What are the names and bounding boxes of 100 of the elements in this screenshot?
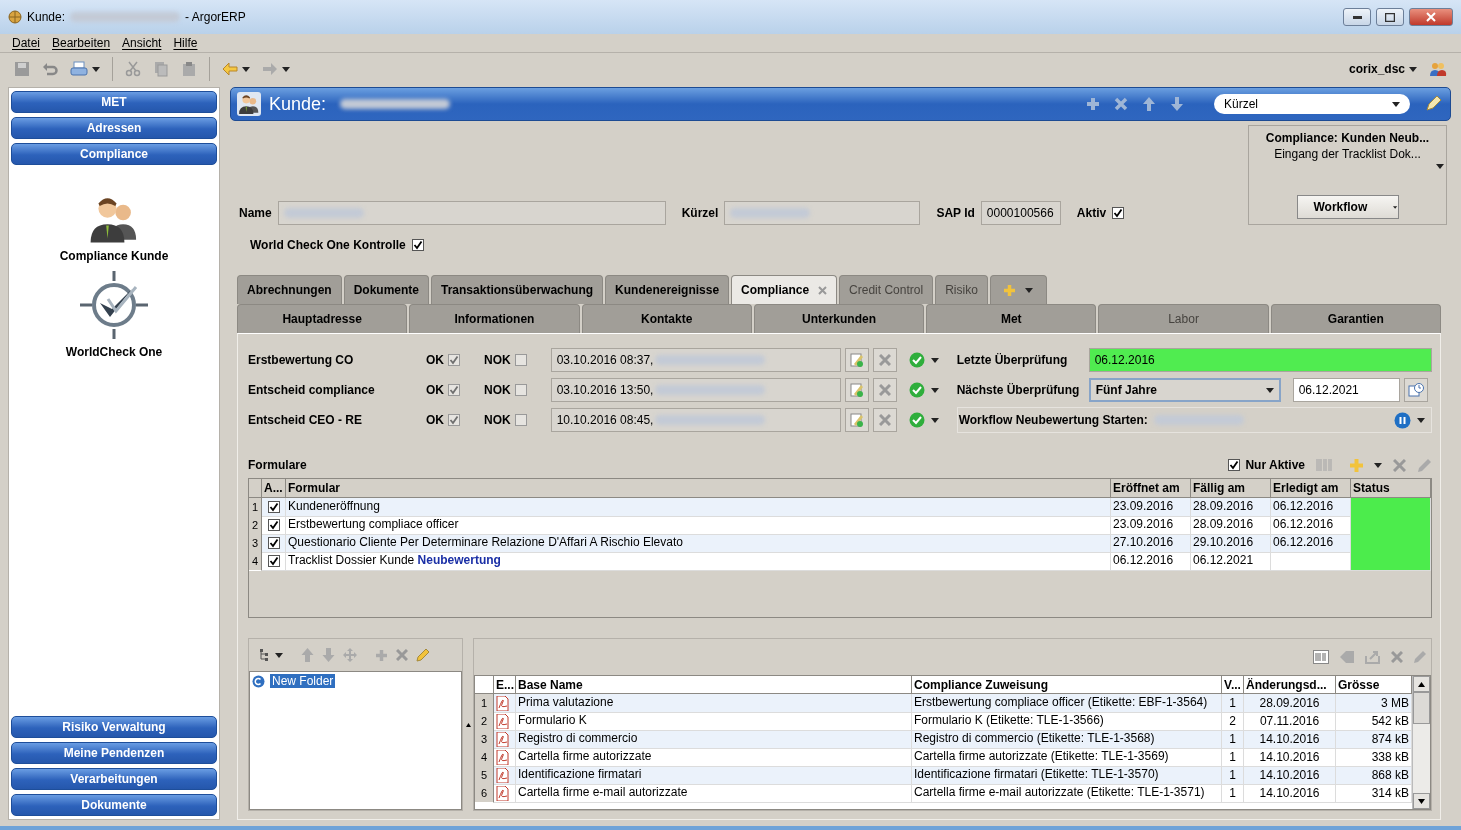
sidebar-button[interactable]: Meine Pendenzen	[11, 742, 217, 764]
caret-icon[interactable]	[242, 66, 250, 72]
export-icon[interactable]	[1365, 650, 1381, 664]
interval-dropdown[interactable]: Fünf Jahre	[1088, 378, 1281, 402]
minimize-button[interactable]	[1343, 8, 1371, 26]
sidebar-button[interactable]: Compliance	[11, 143, 217, 165]
checkbox[interactable]	[1228, 459, 1241, 471]
caret-icon[interactable]	[1393, 204, 1398, 210]
printer-icon[interactable]	[70, 61, 88, 77]
tab[interactable]: Kundenereignisse	[605, 275, 730, 304]
workflow-button[interactable]: Workflow	[1296, 195, 1399, 219]
shortcut-label[interactable]: Compliance Kunde	[59, 249, 169, 263]
tab[interactable]: Transaktionsüberwachung	[431, 275, 604, 304]
caret-icon[interactable]	[930, 417, 939, 423]
menu-item[interactable]: Hilfe	[173, 36, 198, 50]
menu-item[interactable]: Bearbeiten	[52, 36, 111, 50]
checkbox[interactable]	[267, 501, 280, 513]
scroll-down-arrow-icon[interactable]	[1418, 798, 1425, 804]
edit-document-button[interactable]	[844, 378, 869, 402]
caret-icon[interactable]	[1392, 101, 1400, 107]
timestamp-field[interactable]: 03.10.2016 13:50,	[550, 378, 841, 402]
tab[interactable]: Met	[926, 304, 1097, 333]
delete-icon[interactable]	[396, 649, 408, 661]
delete-icon[interactable]	[1391, 651, 1403, 663]
tag-icon[interactable]	[1339, 650, 1355, 664]
up-arrow-icon[interactable]	[301, 648, 314, 662]
caret-icon[interactable]	[1025, 287, 1034, 293]
timestamp-field[interactable]: 10.10.2016 08:45,	[550, 408, 841, 432]
delete-button[interactable]	[872, 378, 897, 402]
next-review-field[interactable]: 06.12.2021	[1292, 378, 1400, 402]
checkbox[interactable]	[448, 354, 460, 366]
tab[interactable]: Garantien	[1270, 304, 1441, 333]
caret-icon[interactable]	[92, 66, 100, 72]
sap-id-field[interactable]: 0000100566	[980, 201, 1061, 225]
user-name[interactable]: corix_dsc	[1348, 62, 1405, 76]
sidebar-button[interactable]: Adressen	[11, 117, 217, 139]
collapse-arrow-icon[interactable]	[465, 722, 471, 727]
add-icon[interactable]	[375, 648, 388, 662]
tree-item[interactable]: New Folder	[270, 674, 336, 688]
last-review-field[interactable]: 06.12.2016	[1088, 348, 1432, 372]
add-icon[interactable]	[1086, 97, 1100, 111]
down-arrow-icon[interactable]	[322, 648, 335, 662]
tab[interactable]: Kontakte	[581, 304, 752, 333]
checkbox[interactable]	[267, 537, 280, 549]
sidebar-button[interactable]: Verarbeitungen	[11, 768, 217, 790]
timestamp-field[interactable]: 03.10.2016 08:37,	[550, 348, 841, 372]
caret-icon[interactable]	[1436, 164, 1444, 169]
pencil-icon[interactable]	[416, 648, 430, 662]
caret-icon[interactable]	[275, 652, 283, 658]
undo-icon[interactable]	[42, 61, 58, 77]
tab[interactable]: Unterkunden	[753, 304, 925, 333]
down-arrow-icon[interactable]	[1170, 97, 1184, 111]
name-field[interactable]	[277, 201, 666, 225]
save-icon[interactable]	[14, 61, 30, 77]
delete-button[interactable]	[872, 408, 897, 432]
pause-icon[interactable]	[1394, 411, 1411, 429]
checkbox[interactable]	[448, 384, 460, 396]
menu-item[interactable]: Ansicht	[122, 36, 162, 50]
checkbox[interactable]	[514, 384, 527, 396]
checkbox[interactable]	[514, 354, 527, 366]
scissors-icon[interactable]	[125, 61, 141, 77]
shortcut-label[interactable]: WorldCheck One	[65, 345, 163, 359]
caret-icon[interactable]	[1265, 387, 1274, 393]
scroll-up-arrow-icon[interactable]	[1418, 681, 1425, 687]
edit-document-button[interactable]	[844, 348, 869, 372]
maximize-button[interactable]	[1376, 8, 1404, 26]
checkbox[interactable]	[267, 519, 280, 531]
barcode-icon[interactable]	[1313, 650, 1329, 664]
pencil-icon[interactable]	[1424, 95, 1442, 113]
sidebar-button[interactable]: MET	[11, 91, 217, 113]
tab[interactable]: Informationen	[409, 304, 580, 333]
tree-icon[interactable]	[259, 649, 271, 661]
delete-icon[interactable]	[1114, 97, 1128, 111]
checkbox[interactable]	[448, 414, 460, 426]
paste-icon[interactable]	[181, 61, 197, 77]
calendar-button[interactable]	[1403, 378, 1428, 402]
caret-icon[interactable]	[1374, 462, 1382, 468]
checkbox[interactable]	[267, 555, 280, 567]
short-name-field[interactable]	[724, 201, 921, 225]
caret-icon[interactable]	[282, 66, 290, 72]
close-button[interactable]	[1409, 8, 1453, 26]
delete-button[interactable]	[872, 348, 897, 372]
search-mode-dropdown[interactable]: Kürzel	[1214, 94, 1410, 114]
copy-icon[interactable]	[153, 61, 169, 77]
caret-icon[interactable]	[930, 357, 939, 363]
users-icon[interactable]	[1429, 61, 1447, 77]
scrollbar[interactable]	[1412, 676, 1430, 809]
up-arrow-icon[interactable]	[1142, 97, 1156, 111]
caret-icon[interactable]	[930, 387, 939, 393]
tab[interactable]: Compliance	[731, 275, 838, 304]
sidebar-button[interactable]: Risiko Verwaltung	[11, 716, 217, 738]
tab[interactable]: Dokumente	[343, 275, 429, 304]
move-icon[interactable]	[343, 648, 357, 662]
close-icon[interactable]	[818, 285, 828, 295]
checkmark-target-icon[interactable]	[78, 269, 150, 341]
tab[interactable]: Hauptadresse	[237, 304, 408, 333]
menu-item[interactable]: Datei	[12, 36, 40, 50]
tab[interactable]: Abrechnungen	[237, 275, 342, 304]
scrollbar-thumb[interactable]	[1413, 692, 1430, 724]
caret-icon[interactable]	[1417, 417, 1425, 423]
